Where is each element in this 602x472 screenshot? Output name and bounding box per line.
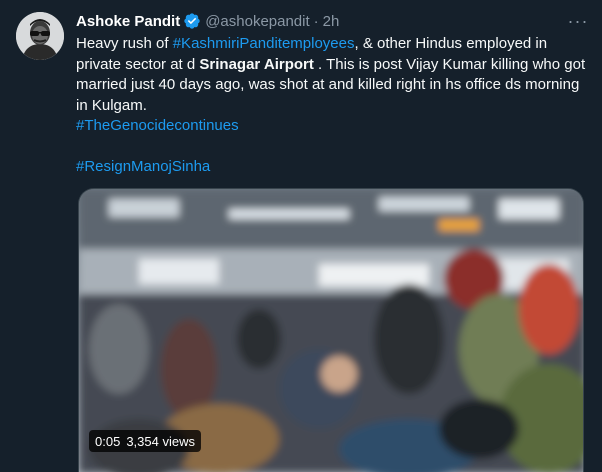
timestamp[interactable]: 2h bbox=[323, 13, 340, 30]
author-handle[interactable]: @ashokepandit bbox=[205, 13, 309, 30]
text-bold-segment: Srinagar Airport bbox=[199, 55, 314, 73]
tweet-paragraph: Heavy rush of #KashmiriPanditemployees, … bbox=[76, 34, 586, 116]
text-segment: Heavy rush of bbox=[76, 35, 173, 52]
video-duration: 0:05 bbox=[95, 433, 121, 449]
separator-dot: · bbox=[313, 12, 319, 30]
tweet-text: Heavy rush of #KashmiriPanditemployees, … bbox=[76, 34, 586, 178]
tweet[interactable]: Ashoke Pandit @ashokepandit · 2h ··· Hea… bbox=[0, 0, 602, 472]
tweet-header: Ashoke Pandit @ashokepandit · 2h bbox=[76, 10, 552, 32]
hashtag-link[interactable]: #KashmiriPanditemployees bbox=[173, 35, 355, 52]
hashtag-link[interactable]: #TheGenocidecontinues bbox=[76, 117, 239, 134]
avatar-image bbox=[16, 12, 64, 60]
author-name[interactable]: Ashoke Pandit bbox=[76, 13, 180, 30]
hashtag-link[interactable]: #ResignManojSinha bbox=[76, 158, 210, 175]
video-views: 3,354 views bbox=[126, 433, 195, 449]
video-player[interactable]: 0:05 3,354 views bbox=[78, 188, 584, 472]
video-stats-overlay: 0:05 3,354 views bbox=[89, 430, 201, 452]
more-horizontal-icon[interactable]: ··· bbox=[566, 10, 590, 32]
verified-badge-icon bbox=[184, 13, 200, 29]
avatar[interactable] bbox=[16, 12, 64, 60]
